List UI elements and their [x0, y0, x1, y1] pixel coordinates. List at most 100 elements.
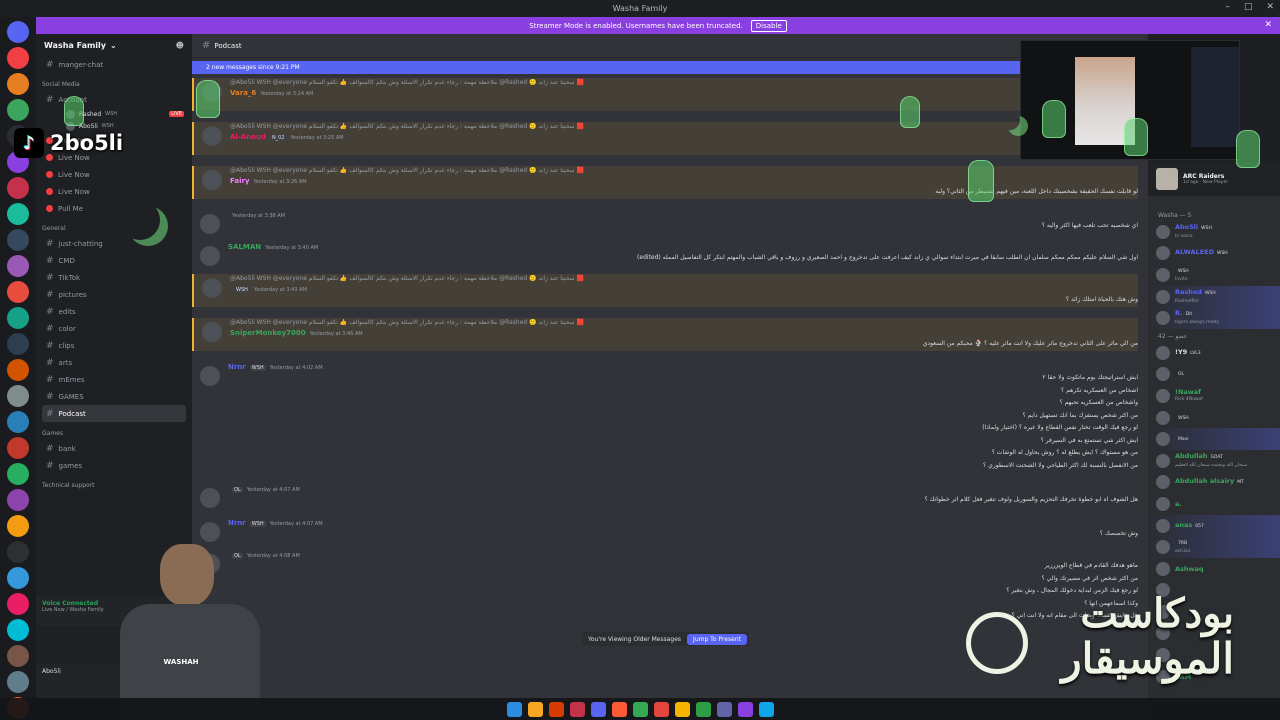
chat-message[interactable]: @Abo5li WSH @everyone ملاحظة مهمة : رجاء… — [192, 274, 1138, 307]
reply-reference[interactable]: @Abo5li WSH @everyone ملاحظة مهمة : رجاء… — [230, 318, 1138, 328]
server-icon[interactable] — [7, 489, 29, 511]
chat-message[interactable]: OL Yesterday at 4:07 AM هل الشوف اه ابو خط… — [192, 484, 1138, 508]
member-item[interactable]: anas 057 — [1148, 514, 1280, 537]
avatar[interactable] — [200, 488, 220, 508]
taskbar-app-icon[interactable] — [632, 701, 648, 717]
server-icon[interactable] — [7, 203, 29, 225]
channel-category[interactable]: General — [36, 221, 192, 235]
taskbar-app-icon[interactable] — [590, 701, 606, 717]
member-item[interactable]: a. — [1148, 493, 1280, 515]
taskbar-app-icon[interactable] — [653, 701, 669, 717]
channel-category[interactable]: Games — [36, 426, 192, 440]
chat-message[interactable]: Nrnr WSH Yesterday at 4:02 AM ايش استراتيجت… — [192, 362, 1138, 472]
taskbar-app-icon[interactable] — [527, 701, 543, 717]
server-icon[interactable] — [7, 21, 29, 43]
author-name[interactable]: Al-Anoud — [230, 133, 266, 141]
taskbar-app-icon[interactable] — [506, 701, 522, 717]
taskbar-app-icon[interactable] — [674, 701, 690, 717]
avatar[interactable] — [200, 522, 220, 542]
author-name[interactable]: Nrnr — [228, 363, 246, 371]
author-name[interactable]: SniperMonkey7000 — [230, 329, 306, 337]
avatar[interactable] — [200, 214, 220, 234]
reply-reference[interactable]: @Abo5li WSH @everyone ملاحظة مهمة : رجاء… — [230, 78, 1138, 88]
member-item[interactable]: Abdullah GOAT سبحان الله وبحمده سبحان الله… — [1148, 450, 1280, 472]
close-icon[interactable]: ✕ — [1266, 2, 1274, 12]
text-channel[interactable]: # edits — [36, 303, 192, 320]
voice-channel[interactable]: Live Now — [36, 183, 192, 200]
text-channel[interactable]: # bank — [36, 440, 192, 457]
server-icon[interactable] — [7, 541, 29, 563]
taskbar-app-icon[interactable] — [569, 701, 585, 717]
text-channel[interactable]: # TikTok — [36, 269, 192, 286]
taskbar-app-icon[interactable] — [695, 701, 711, 717]
author-name[interactable]: Fairy — [230, 177, 250, 185]
member-item[interactable]: Mavi — [1148, 428, 1280, 450]
member-item[interactable]: Abo5li WSH In voice — [1148, 221, 1280, 243]
taskbar-app-icon[interactable] — [758, 701, 774, 717]
maximize-icon[interactable]: □ — [1244, 2, 1253, 12]
taskbar-app-icon[interactable] — [737, 701, 753, 717]
server-icon[interactable] — [7, 99, 29, 121]
avatar[interactable] — [200, 246, 220, 266]
text-channel[interactable]: # pictures — [36, 286, 192, 303]
reply-reference[interactable]: @Abo5li WSH @everyone ملاحظة مهمة : رجاء… — [230, 166, 1138, 176]
server-icon[interactable] — [7, 307, 29, 329]
jump-to-present-button[interactable]: Jump To Present — [687, 633, 747, 645]
server-header[interactable]: Washa Family ⌄ ☻ — [36, 34, 192, 56]
server-icon[interactable] — [7, 437, 29, 459]
server-icon[interactable] — [7, 359, 29, 381]
server-icon[interactable] — [7, 281, 29, 303]
server-icon[interactable] — [7, 385, 29, 407]
member-item[interactable]: ALWALEED WSH — [1148, 243, 1280, 265]
avatar[interactable] — [200, 366, 220, 386]
chat-message[interactable]: Nrnr WSH Yesterday at 4:07 AM وش تخصصك ؟ — [192, 518, 1138, 542]
avatar[interactable] — [202, 170, 222, 190]
server-icon[interactable] — [7, 567, 29, 589]
member-item[interactable]: OL — [1148, 364, 1280, 386]
server-icon[interactable] — [7, 593, 29, 615]
reply-reference[interactable]: @Abo5li WSH @everyone ملاحظة مهمة : رجاء… — [230, 274, 1138, 284]
taskbar-app-icon[interactable] — [716, 701, 732, 717]
add-user-icon[interactable]: ☻ — [176, 41, 184, 50]
member-item[interactable]: !Y9 LVL3 — [1148, 342, 1280, 364]
server-icon[interactable] — [7, 177, 29, 199]
text-channel[interactable]: # color — [36, 320, 192, 337]
text-channel[interactable]: # manger-chat — [36, 56, 192, 73]
server-icon[interactable] — [7, 619, 29, 641]
game-activity-card[interactable]: ARC Raiders 1d ago · New Player — [1148, 162, 1280, 196]
chat-message[interactable]: Yesterday at 3:38 AM اي شخصيه تحب تلعب في… — [192, 210, 1138, 234]
text-channel[interactable]: # CMD — [36, 252, 192, 269]
avatar[interactable] — [202, 126, 222, 146]
member-item[interactable]: R. Dit tigers always ready — [1148, 307, 1280, 329]
text-channel[interactable]: # clips — [36, 337, 192, 354]
text-channel[interactable]: # arts — [36, 354, 192, 371]
member-item[interactable]: 7RB ash3ul — [1148, 536, 1280, 558]
server-icon[interactable] — [7, 411, 29, 433]
voice-channel[interactable]: Pull Me — [36, 200, 192, 217]
taskbar-app-icon[interactable] — [611, 701, 627, 717]
author-name[interactable]: SALMAN — [228, 243, 261, 251]
text-channel[interactable]: # just-chatting — [36, 235, 192, 252]
chat-message[interactable]: SALMAN Yesterday at 3:40 AM اول شي السلام … — [192, 242, 1138, 266]
text-channel[interactable]: # mEmes — [36, 371, 192, 388]
avatar[interactable] — [202, 322, 222, 342]
server-icon[interactable] — [7, 229, 29, 251]
server-icon[interactable] — [7, 463, 29, 485]
channel-category[interactable]: Social Media — [36, 77, 192, 91]
taskbar-app-icon[interactable] — [548, 701, 564, 717]
text-channel[interactable]: # games — [36, 457, 192, 474]
banner-close-icon[interactable]: ✕ — [1264, 20, 1272, 30]
text-channel[interactable]: # Podcast — [42, 405, 186, 422]
channel-category[interactable]: Technical support — [36, 478, 192, 492]
server-icon[interactable] — [7, 47, 29, 69]
minimize-icon[interactable]: – — [1225, 2, 1230, 12]
server-icon[interactable] — [7, 73, 29, 95]
chat-message[interactable]: @Abo5li WSH @everyone ملاحظة مهمة : رجاء… — [192, 122, 1138, 155]
server-icon[interactable] — [7, 255, 29, 277]
disable-streamer-mode-button[interactable]: Disable — [750, 19, 787, 32]
text-channel[interactable]: # GAMES — [36, 388, 192, 405]
chat-message[interactable]: @Abo5li WSH @everyone ملاحظة مهمة : رجاء… — [192, 78, 1138, 111]
server-icon[interactable] — [7, 645, 29, 667]
member-item[interactable]: WSH Invite — [1148, 264, 1280, 286]
server-icon[interactable] — [7, 515, 29, 537]
